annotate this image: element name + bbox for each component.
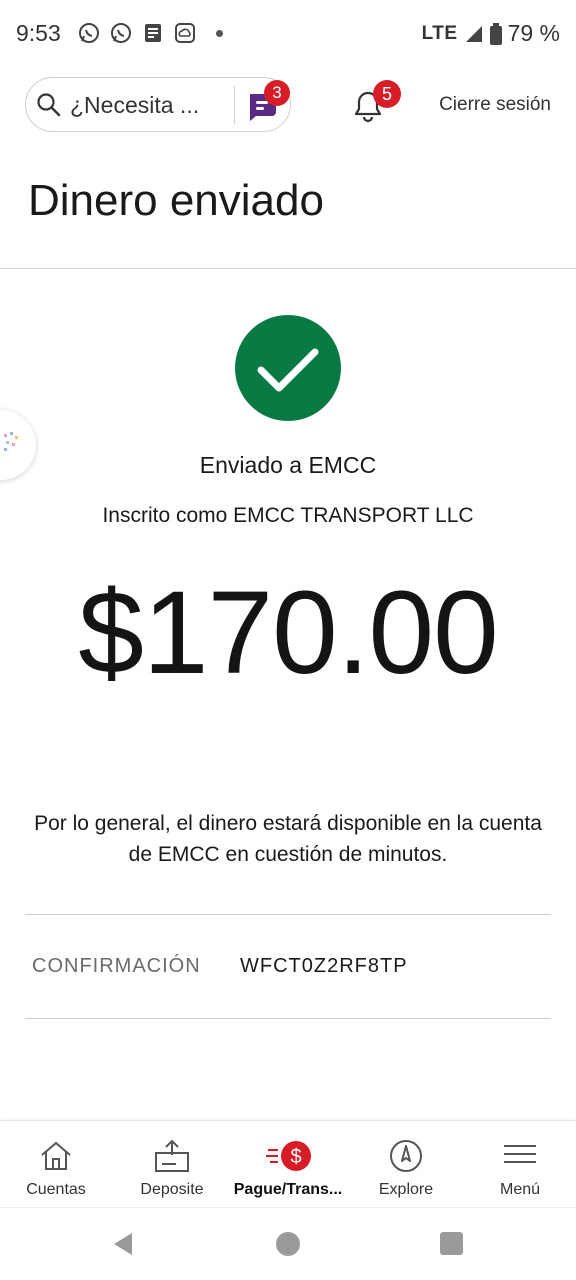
svg-text:$: $ xyxy=(290,1146,301,1168)
notification-icons xyxy=(78,22,223,44)
news-icon xyxy=(145,24,161,42)
more-notifications-dot xyxy=(216,29,223,37)
network-label: LTE xyxy=(421,22,458,44)
confirmation-code: WFCT0Z2RF8TP xyxy=(240,955,408,977)
menu-icon xyxy=(504,1145,536,1163)
whatsapp-icon xyxy=(111,23,131,43)
nav-label-pay-transfer: Pague/Trans... xyxy=(233,1181,343,1198)
divider xyxy=(25,914,551,915)
nav-label-explore: Explore xyxy=(378,1181,434,1198)
page-title: Dinero enviado xyxy=(28,176,324,225)
status-time: 9:53 xyxy=(16,20,61,46)
compass-icon xyxy=(390,1140,422,1172)
battery-icon xyxy=(489,22,502,45)
deposit-icon xyxy=(155,1139,189,1172)
search-input[interactable]: ¿Necesita ... xyxy=(70,92,199,119)
title-divider xyxy=(0,268,576,269)
divider xyxy=(25,1018,551,1019)
nav-label-accounts: Cuentas xyxy=(26,1181,86,1198)
nav-item-menu[interactable]: Menú xyxy=(464,1121,576,1208)
system-nav-bar xyxy=(0,1207,576,1280)
bottom-nav: Cuentas Deposite $ Pague/Trans... Explor… xyxy=(0,1120,576,1207)
nav-item-accounts[interactable]: Cuentas xyxy=(0,1121,112,1208)
home-icon xyxy=(41,1141,71,1170)
nav-label-deposit: Deposite xyxy=(140,1181,204,1198)
availability-note: Por lo general, el dinero estará disponi… xyxy=(34,812,542,866)
signal-icon xyxy=(465,25,482,42)
recent-apps-icon[interactable] xyxy=(440,1232,463,1255)
status-right: LTE 79 % xyxy=(422,20,560,47)
recipient-heading: Enviado a EMCC xyxy=(199,452,377,478)
nav-label-menu: Menú xyxy=(499,1181,541,1198)
battery-level: 79 % xyxy=(507,20,560,46)
whatsapp-icon xyxy=(79,23,99,43)
amount-sent: $170.00 xyxy=(78,567,499,699)
nav-item-deposit[interactable]: Deposite xyxy=(116,1121,228,1208)
back-icon[interactable] xyxy=(112,1232,134,1256)
status-bar: 9:53 LTE 79 % xyxy=(0,0,576,70)
notifications-badge: 5 xyxy=(373,80,401,108)
nav-item-explore[interactable]: Explore xyxy=(350,1121,462,1208)
chat-badge: 3 xyxy=(264,80,290,106)
success-check-icon xyxy=(235,315,341,421)
search-bar[interactable]: ¿Necesita ... 3 xyxy=(25,77,291,132)
weather-icon xyxy=(175,23,195,43)
recipient-enrolled-name: Inscrito como EMCC TRANSPORT LLC xyxy=(102,504,474,527)
search-divider xyxy=(234,86,235,124)
search-icon xyxy=(37,93,61,117)
home-button-icon[interactable] xyxy=(276,1232,300,1256)
confirmation-label: CONFIRMACIÓN xyxy=(32,955,201,977)
signout-link[interactable]: Cierre sesión xyxy=(439,94,551,116)
pay-transfer-icon: $ xyxy=(266,1141,311,1171)
nav-item-pay-transfer[interactable]: $ Pague/Trans... xyxy=(228,1121,348,1208)
